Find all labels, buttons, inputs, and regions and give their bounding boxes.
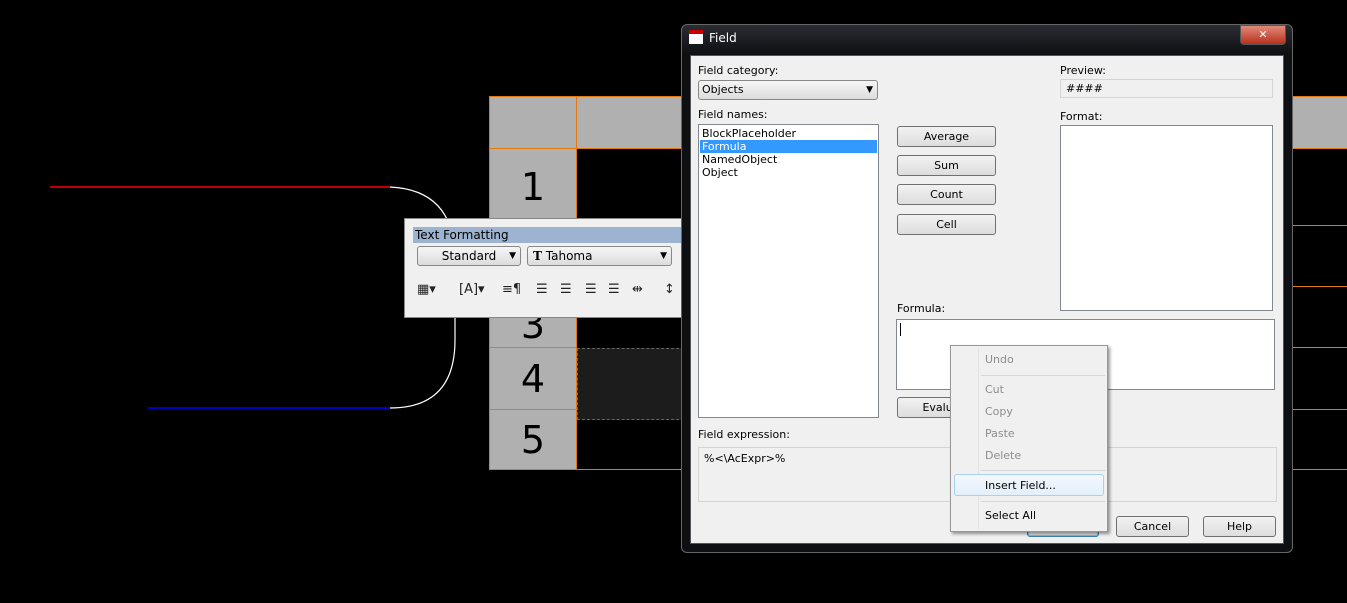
list-item[interactable]: NamedObject: [700, 153, 877, 166]
row-number-cell[interactable]: 4: [489, 347, 577, 410]
chevron-down-icon: ▼: [660, 251, 667, 261]
table-line: [1293, 347, 1347, 348]
column-icon[interactable]: ▦▾: [417, 282, 436, 297]
app-icon: [689, 30, 703, 44]
menu-separator: [981, 470, 1105, 471]
field-expression-label: Field expression:: [698, 428, 790, 441]
text-cursor: [900, 323, 901, 336]
paragraph-icon[interactable]: ≡¶: [502, 282, 521, 297]
justify-icon[interactable]: ☰: [608, 282, 620, 297]
align-left-icon[interactable]: ☰: [536, 282, 548, 297]
row-label: 4: [520, 356, 546, 401]
menu-separator: [981, 501, 1105, 502]
preview-label: Preview:: [1060, 64, 1106, 77]
style-value: Standard: [441, 249, 497, 263]
chevron-down-icon: ▼: [509, 251, 516, 261]
close-icon: ✕: [1258, 28, 1268, 41]
font-value: Tahoma: [545, 249, 593, 263]
menu-item-delete[interactable]: Delete: [985, 449, 1021, 462]
chevron-down-icon: ▼: [866, 85, 873, 95]
text-formatting-toolbar: Text Formatting: [404, 218, 696, 318]
help-button[interactable]: Help: [1203, 516, 1276, 537]
table-line: [577, 148, 687, 149]
cancel-button[interactable]: Cancel: [1116, 516, 1189, 537]
count-button[interactable]: Count: [897, 184, 996, 205]
menu-separator: [981, 375, 1105, 376]
cell-button[interactable]: Cell: [897, 214, 996, 235]
formula-label: Formula:: [897, 302, 946, 315]
sum-button[interactable]: Sum: [897, 155, 996, 176]
list-item-selected[interactable]: Formula: [700, 140, 877, 153]
font-dropdown[interactable]: T Tahoma ▼: [527, 246, 672, 266]
align-right-icon[interactable]: ☰: [585, 282, 597, 297]
text-frame-icon[interactable]: [A]▾: [459, 282, 485, 297]
field-names-list[interactable]: BlockPlaceholder Formula NamedObject Obj…: [698, 124, 879, 418]
toolbar-title[interactable]: Text Formatting: [413, 227, 695, 243]
table-header-cell[interactable]: [576, 96, 686, 149]
align-center-icon[interactable]: ☰: [560, 282, 572, 297]
row-number-cell[interactable]: 1: [489, 148, 577, 226]
menu-item-cut[interactable]: Cut: [985, 383, 1004, 396]
table-line: [1293, 225, 1347, 226]
menu-item-copy[interactable]: Copy: [985, 405, 1013, 418]
style-dropdown[interactable]: Standard ▼: [417, 246, 521, 266]
field-category-value: Objects: [702, 83, 744, 96]
list-item[interactable]: BlockPlaceholder: [700, 127, 877, 140]
table-line: [577, 469, 687, 470]
menu-item-paste[interactable]: Paste: [985, 427, 1015, 440]
format-label: Format:: [1060, 110, 1103, 123]
average-button[interactable]: Average: [897, 126, 996, 147]
truetype-font-icon: T: [533, 249, 542, 263]
table-header-cell[interactable]: [489, 96, 577, 149]
row-label: 1: [520, 165, 546, 209]
row-label: 5: [520, 417, 546, 462]
menu-item-select-all[interactable]: Select All: [985, 509, 1036, 522]
table-line: [1293, 409, 1347, 410]
close-button[interactable]: ✕: [1240, 25, 1286, 45]
preview-value: ####: [1060, 79, 1273, 98]
table-line: [1293, 469, 1347, 470]
context-menu: Undo Cut Copy Paste Delete Insert Field.…: [950, 345, 1108, 532]
field-category-label: Field category:: [698, 64, 779, 77]
menu-item-undo[interactable]: Undo: [985, 353, 1014, 366]
format-list[interactable]: [1060, 125, 1273, 311]
field-names-label: Field names:: [698, 108, 768, 121]
list-item[interactable]: Object: [700, 166, 877, 179]
menu-gutter: [978, 348, 979, 529]
distribute-icon[interactable]: ⇹: [632, 282, 643, 297]
dialog-title: Field: [709, 31, 737, 45]
menu-item-insert-field[interactable]: Insert Field...: [985, 479, 1056, 492]
row-number-cell[interactable]: 5: [489, 409, 577, 470]
selected-cell[interactable]: [577, 348, 689, 420]
field-category-dropdown[interactable]: Objects ▼: [698, 80, 878, 100]
table-header-cell[interactable]: [1290, 96, 1347, 149]
table-line: [1293, 286, 1347, 287]
line-spacing-icon[interactable]: ↕: [664, 282, 675, 297]
